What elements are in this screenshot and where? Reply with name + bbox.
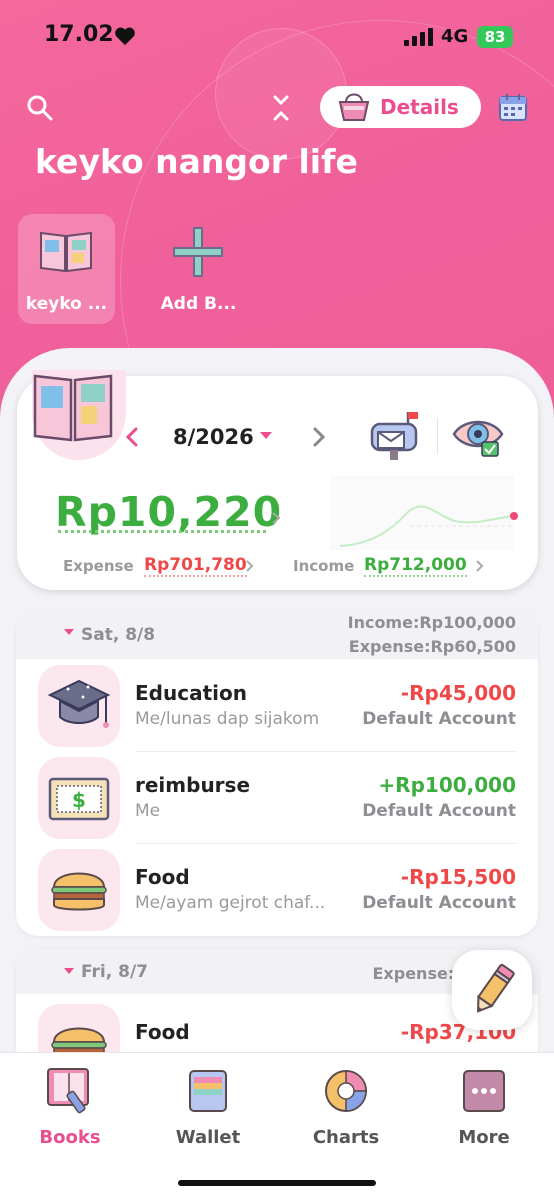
burger-icon: [51, 872, 107, 911]
chevron-right-icon[interactable]: [246, 560, 254, 572]
prev-month-icon[interactable]: [124, 426, 140, 448]
tab-label: Wallet: [175, 1127, 241, 1148]
book-label-keyko: keyko ...: [25, 294, 108, 314]
details-label: Details: [380, 95, 459, 119]
balance-underline: [58, 527, 266, 533]
heart-icon: [115, 27, 135, 46]
tab-more[interactable]: More: [434, 1065, 534, 1148]
money-bill-icon: $: [48, 777, 110, 821]
month-selector[interactable]: 8/2026: [173, 425, 254, 449]
add-book-tile[interactable]: Add B...: [150, 214, 247, 324]
tab-label: Charts: [312, 1127, 380, 1148]
transaction-row[interactable]: Food Me/ayam gejrot chaf... -Rp15,500 De…: [16, 845, 538, 935]
book-pencil-icon: [47, 1068, 89, 1114]
transaction-category: Education: [135, 681, 247, 705]
transaction-category: Food: [135, 865, 190, 889]
divider: [437, 418, 438, 454]
transaction-category: reimburse: [135, 773, 251, 797]
book-title: keyko nangor life: [35, 142, 358, 181]
transaction-account: Default Account: [362, 709, 516, 729]
transaction-row[interactable]: $ reimburse Me +Rp100,000 Default Accoun…: [16, 753, 538, 843]
expense-total[interactable]: Rp701,780: [144, 555, 247, 577]
transaction-account: Default Account: [362, 801, 516, 821]
open-book-icon: [33, 374, 113, 442]
transaction-row[interactable]: Education Me/lunas dap sijakom -Rp45,000…: [16, 661, 538, 751]
tab-books[interactable]: Books: [20, 1065, 120, 1148]
pie-chart-icon: [325, 1070, 367, 1112]
day-income-total: Income:Rp100,000: [347, 613, 516, 632]
add-book-label: Add B...: [160, 294, 237, 314]
details-button[interactable]: Details: [320, 86, 481, 128]
search-icon[interactable]: [26, 94, 54, 122]
book-tile-keyko[interactable]: keyko ...: [18, 214, 115, 324]
transaction-amount: -Rp45,000: [400, 681, 516, 705]
tab-label: Books: [39, 1127, 101, 1148]
graduation-cap-icon: [47, 679, 111, 728]
mailbox-icon[interactable]: [368, 410, 422, 462]
expense-label: Expense: [63, 557, 134, 575]
transaction-amount: +Rp100,000: [378, 773, 516, 797]
income-total[interactable]: Rp712,000: [364, 555, 467, 577]
day-expense-total: Expense:Rp60,500: [348, 637, 516, 656]
transaction-note: Me: [135, 801, 161, 821]
plus-icon: [173, 227, 223, 277]
more-dots-icon: [463, 1070, 505, 1112]
network-type: 4G: [441, 26, 469, 47]
transaction-amount: -Rp15,500: [400, 865, 516, 889]
chevron-right-icon[interactable]: [476, 560, 484, 572]
trend-sparkline: [330, 476, 518, 550]
eye-icon[interactable]: [452, 412, 504, 460]
transaction-note: Me/ayam gejrot chaf...: [135, 893, 326, 913]
tab-wallet[interactable]: Wallet: [158, 1065, 258, 1148]
transaction-category: Food: [135, 1020, 190, 1044]
add-transaction-button[interactable]: [452, 950, 532, 1030]
home-indicator: [178, 1180, 376, 1186]
pencil-icon: [477, 963, 515, 1013]
battery-indicator: 83: [477, 26, 513, 48]
shopping-basket-icon: [338, 93, 370, 121]
tab-bar: Books Wallet Charts More: [0, 1052, 554, 1200]
open-book-icon: [40, 231, 92, 273]
transaction-note: Me/lunas dap sijakom: [135, 709, 320, 729]
collapse-icon[interactable]: [270, 94, 292, 122]
chevron-down-icon[interactable]: [260, 432, 272, 440]
transaction-account: Default Account: [362, 893, 516, 913]
collapse-triangle-icon[interactable]: [64, 629, 74, 635]
status-bar: 17.02 4G 83: [0, 22, 554, 56]
row-divider: [135, 751, 516, 752]
calendar-icon[interactable]: [498, 92, 528, 122]
tab-label: More: [458, 1127, 510, 1148]
status-time: 17.02: [44, 22, 114, 47]
tab-charts[interactable]: Charts: [296, 1065, 396, 1148]
row-divider: [135, 843, 516, 844]
day-date: Fri, 8/7: [81, 962, 148, 982]
signal-icon: [404, 28, 433, 46]
day-date: Sat, 8/8: [81, 625, 156, 645]
income-label: Income: [293, 557, 355, 575]
wallet-icon: [189, 1070, 227, 1112]
collapse-triangle-icon[interactable]: [64, 968, 74, 974]
day-group: Sat, 8/8 Income:Rp100,000 Expense:Rp60,5…: [16, 609, 538, 936]
next-month-icon[interactable]: [311, 426, 327, 448]
chevron-right-icon[interactable]: [271, 511, 281, 525]
svg-text:$: $: [72, 788, 86, 812]
